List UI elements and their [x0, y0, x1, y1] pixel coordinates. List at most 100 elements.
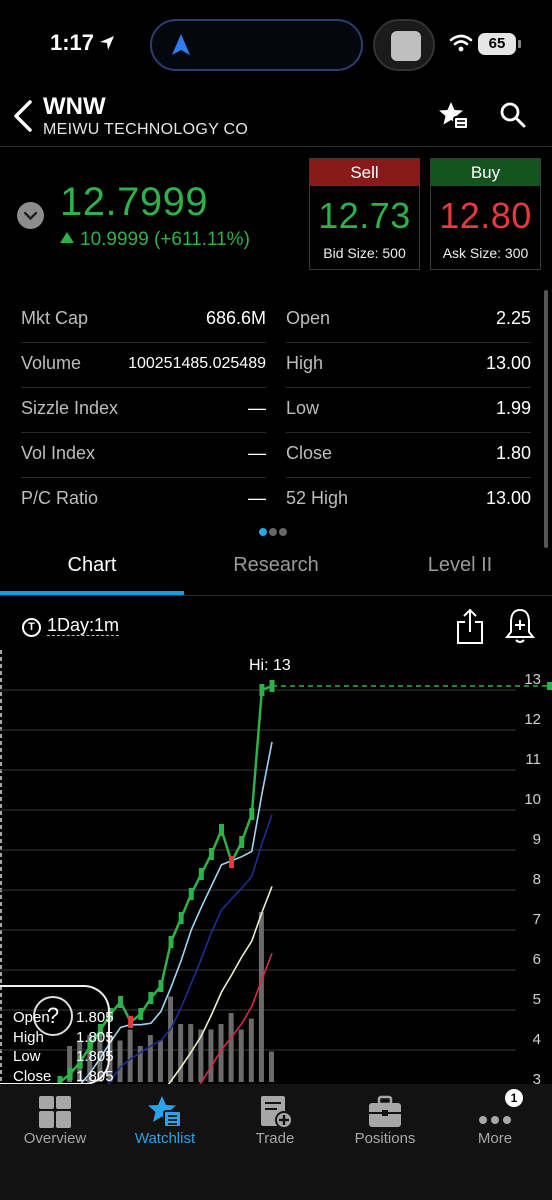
chart-interval-label: 1Day:1m	[47, 615, 120, 636]
stat-row-52-high: 52 High 13.00	[286, 478, 531, 523]
candle	[229, 856, 235, 868]
stat-label: Volume	[21, 353, 82, 373]
stat-value: 1.80	[495, 443, 531, 463]
add-to-watchlist-button[interactable]	[438, 100, 470, 132]
status-bar: 1:17 65	[0, 0, 552, 90]
more-notification-badge: 1	[505, 1089, 523, 1107]
back-button[interactable]	[10, 98, 40, 134]
positions-icon	[369, 1095, 401, 1127]
stat-value: 13.00	[485, 488, 531, 508]
stat-label: Mkt Cap	[21, 308, 89, 328]
stat-label: Low	[286, 398, 320, 418]
ohlc-open: Open 1.805	[13, 1009, 114, 1026]
stat-label: Close	[286, 443, 333, 463]
ohlc-high: High 1.805	[13, 1029, 114, 1046]
y-tick-label: 6	[533, 951, 541, 968]
company-name: MEIWU TECHNOLOGY CO	[43, 121, 249, 138]
buy-label: Buy	[431, 159, 540, 186]
stat-value: 13.00	[485, 353, 531, 373]
tab-level-ii[interactable]: Level II	[368, 554, 552, 594]
scrollbar[interactable]	[544, 290, 548, 548]
nav-label: More	[477, 1130, 513, 1147]
bid-price: 12.73	[318, 195, 411, 236]
sell-label: Sell	[310, 159, 419, 186]
volume-bar	[248, 1018, 254, 1082]
ohlc-open-value: 1.805	[76, 1009, 114, 1026]
candle	[188, 888, 194, 900]
last-price-marker	[547, 682, 552, 690]
stat-label: High	[286, 353, 324, 373]
candle	[219, 824, 225, 836]
stat-value: —	[248, 398, 266, 418]
last-price: 12.7999	[60, 180, 209, 224]
y-tick-label: 12	[524, 711, 541, 728]
stat-label: Open	[286, 308, 331, 328]
search-button[interactable]	[499, 101, 527, 129]
stat-row-low: Low 1.99	[286, 388, 531, 433]
navigation-arrow-icon	[172, 34, 190, 55]
candle	[239, 836, 245, 848]
page-dot-active	[259, 528, 267, 536]
candle	[249, 808, 255, 820]
now-playing-thumbnail	[373, 19, 435, 71]
tab-research[interactable]: Research	[184, 554, 368, 594]
y-tick-label: 7	[533, 911, 541, 928]
buy-button[interactable]: Buy 12.80 Ask Size: 300	[430, 158, 541, 270]
y-tick-label: 10	[524, 791, 541, 808]
volume-bar	[258, 912, 264, 1082]
volume-bar	[127, 1029, 133, 1082]
stat-value: 686.6M	[205, 308, 266, 328]
chart-hi-label: Hi: 13	[249, 657, 291, 674]
stat-value: 1.99	[495, 398, 531, 418]
stat-label: Sizzle Index	[21, 398, 119, 418]
volume-bar	[168, 996, 174, 1082]
wifi-icon	[449, 34, 473, 52]
volume-bar	[178, 1024, 184, 1082]
ask-price: 12.80	[439, 195, 532, 236]
ohlc-low-value: 1.805	[76, 1048, 114, 1065]
sell-button[interactable]: Sell 12.73 Bid Size: 500	[309, 158, 420, 270]
candle	[178, 912, 184, 924]
candle	[138, 1008, 144, 1020]
stat-row-open: Open 2.25	[286, 298, 531, 343]
price-alert-button[interactable]	[504, 606, 536, 646]
y-tick-label: 5	[533, 991, 541, 1008]
status-time: 1:17	[50, 30, 95, 55]
ohlc-high-value: 1.805	[76, 1029, 114, 1046]
ohlc-close: Close 1.805	[13, 1068, 114, 1085]
ohlc-low: Low 1.805	[13, 1048, 114, 1065]
location-arrow-icon	[100, 36, 114, 50]
page-indicator[interactable]	[259, 523, 289, 541]
battery-tip	[518, 40, 521, 48]
stat-label: Vol Index	[21, 443, 96, 463]
stat-row-pc-ratio: P/C Ratio —	[21, 478, 266, 523]
nav-label: Positions	[354, 1130, 416, 1147]
nav-label: Watchlist	[134, 1130, 196, 1147]
chevron-down-icon	[23, 211, 38, 221]
price-change-value: 10.9999 (+611.11%)	[80, 229, 250, 250]
ohlc-close-label: Close	[13, 1068, 52, 1085]
share-button[interactable]	[455, 606, 485, 646]
candle	[148, 992, 154, 1004]
nav-label: Overview	[23, 1130, 87, 1147]
ask-size: Ask Size: 300	[442, 245, 529, 261]
ohlc-low-label: Low	[13, 1048, 41, 1065]
y-tick-label: 4	[533, 1031, 541, 1048]
y-tick-label: 11	[525, 751, 541, 768]
stat-value: 100251485.025489	[128, 355, 266, 372]
volume-bar	[238, 1029, 244, 1082]
bottom-nav: Overview Watchlist Trade Positions More	[0, 1084, 552, 1200]
volume-bar	[147, 1035, 153, 1082]
candle	[198, 868, 204, 880]
candle	[168, 936, 174, 948]
battery-indicator: 65	[478, 33, 516, 55]
page-dot	[269, 528, 277, 536]
tab-chart[interactable]: Chart	[0, 554, 184, 594]
expand-quote-button[interactable]	[17, 202, 44, 229]
chart-interval-selector[interactable]: T 1Day:1m	[22, 615, 120, 637]
nav-label: Trade	[255, 1130, 295, 1147]
up-triangle-icon	[60, 232, 74, 243]
bid-size: Bid Size: 500	[323, 245, 406, 261]
volume-bar	[208, 1029, 214, 1082]
stat-value: 2.25	[495, 308, 531, 328]
